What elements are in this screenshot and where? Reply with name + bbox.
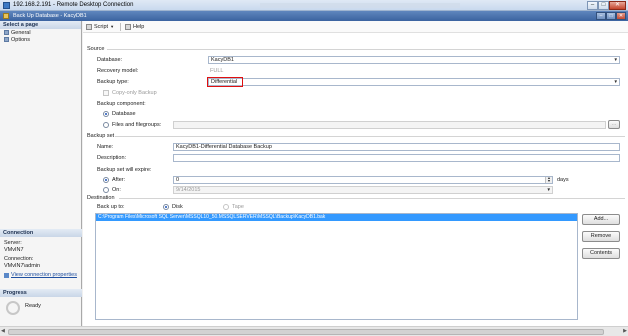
contents-button[interactable]: Contents — [582, 248, 620, 259]
select-page-header: Select a page — [0, 21, 81, 29]
backup-type-select[interactable]: Differential ▼ — [208, 78, 620, 86]
main-panel: Script ▼ Help Source Database: KacyDB1 ▼… — [83, 21, 628, 326]
destination-divider — [119, 198, 625, 199]
backup-set-section-label: Backup set — [87, 133, 115, 139]
page-item-label: Options — [11, 36, 30, 43]
database-label: Database: — [97, 57, 123, 63]
connection-section: Connection Server: VMvIN7 Connection: VM… — [0, 229, 82, 278]
help-button[interactable]: Help — [125, 23, 145, 30]
dialog-title: Back Up Database - KacyDB1 — [13, 13, 87, 19]
dialog-window-buttons: – □ ✕ — [596, 12, 626, 20]
rdp-title-bar: 192.168.2.191 - Remote Desktop Connectio… — [0, 0, 628, 11]
page-item-options[interactable]: Options — [0, 36, 81, 43]
rdp-title-ghost-bar — [260, 3, 460, 8]
toolbar-separator — [120, 22, 122, 31]
backup-to-label: Back up to: — [97, 204, 125, 210]
days-label: days — [557, 177, 569, 183]
rdp-window-title: 192.168.2.191 - Remote Desktop Connectio… — [13, 2, 134, 8]
database-icon — [3, 13, 9, 19]
after-label: After: — [112, 177, 126, 183]
description-input[interactable] — [173, 154, 620, 162]
source-section-label: Source — [87, 46, 105, 52]
rdp-minimize-button[interactable]: – — [587, 1, 598, 10]
page-icon — [4, 30, 9, 35]
help-label: Help — [133, 23, 145, 30]
media-tape-radio[interactable] — [223, 204, 229, 210]
database-value: KacyDB1 — [211, 57, 234, 63]
connection-header: Connection — [0, 229, 82, 237]
chevron-down-icon: ▼ — [613, 79, 618, 84]
copy-only-checkbox[interactable] — [103, 90, 109, 96]
destination-list[interactable]: C:\Program Files\Microsoft SQL Server\MS… — [95, 213, 578, 320]
chevron-down-icon: ▼ — [546, 187, 551, 192]
add-button[interactable]: Add... — [582, 214, 620, 225]
expire-after-radio[interactable] — [103, 177, 109, 183]
annotation-highlight-box — [207, 77, 243, 87]
view-connection-properties-link[interactable]: View connection properties — [0, 272, 82, 278]
after-days-input[interactable]: 0 ▲ ▼ — [173, 176, 553, 184]
dialog-maximize-button[interactable]: □ — [606, 12, 616, 20]
component-database-radio[interactable] — [103, 111, 109, 117]
backup-set-divider — [115, 136, 625, 137]
dialog-close-button[interactable]: ✕ — [616, 12, 626, 20]
copy-only-label: Copy-only Backup — [112, 90, 157, 96]
files-filegroups-field — [173, 121, 606, 129]
help-icon — [125, 23, 132, 30]
after-days-value: 0 — [176, 177, 180, 183]
page-icon — [4, 37, 9, 42]
media-disk-label: Disk — [172, 204, 183, 210]
chevron-down-icon[interactable]: ▼ — [110, 24, 114, 29]
component-files-radio[interactable] — [103, 122, 109, 128]
description-label: Description: — [97, 155, 127, 161]
expire-label: Backup set will expire: — [97, 167, 152, 173]
media-tape-label: Tape — [232, 204, 244, 210]
connection-value: VMvIN7\admin — [4, 262, 41, 269]
recovery-model-value: FULL — [210, 68, 224, 74]
remote-desktop-icon — [3, 2, 10, 9]
left-panel: Select a page General Options Connection… — [0, 21, 82, 326]
scroll-right-icon[interactable]: ▶ — [623, 328, 627, 334]
component-files-label: Files and filegroups: — [112, 122, 162, 128]
progress-section: Progress Ready — [0, 289, 82, 315]
backup-type-label: Backup type: — [97, 79, 129, 85]
database-select[interactable]: KacyDB1 ▼ — [208, 56, 620, 64]
rdp-maximize-button[interactable]: □ — [598, 1, 609, 10]
name-label: Name: — [97, 144, 114, 150]
rdp-close-button[interactable]: ✕ — [609, 1, 626, 10]
horizontal-scrollbar[interactable]: ◀ ▶ — [0, 326, 628, 336]
destination-path-row[interactable]: C:\Program Files\Microsoft SQL Server\MS… — [96, 214, 577, 221]
progress-spinner-icon — [6, 301, 20, 315]
rdp-window-buttons: – □ ✕ — [587, 1, 626, 10]
properties-icon — [4, 272, 9, 278]
toolbar: Script ▼ Help — [83, 21, 628, 33]
expire-date-picker[interactable]: 9/14/2015 ▼ — [173, 186, 553, 194]
remove-button[interactable]: Remove — [582, 231, 620, 242]
script-label: Script — [94, 23, 109, 30]
page-item-general[interactable]: General — [0, 29, 81, 36]
backup-component-label: Backup component: — [97, 101, 146, 107]
progress-header: Progress — [0, 289, 82, 297]
script-button[interactable]: Script ▼ — [86, 23, 114, 30]
component-database-label: Database — [112, 111, 136, 117]
expire-date-value: 9/14/2015 — [176, 187, 201, 193]
source-divider — [107, 49, 625, 50]
view-connection-properties-label: View connection properties — [11, 272, 77, 278]
expire-on-radio[interactable] — [103, 187, 109, 193]
spinner-arrows-icon[interactable]: ▲ ▼ — [545, 177, 552, 183]
dialog-minimize-button[interactable]: – — [596, 12, 606, 20]
recovery-model-label: Recovery model: — [97, 68, 139, 74]
progress-status: Ready — [25, 303, 41, 309]
media-disk-radio[interactable] — [163, 204, 169, 210]
script-icon — [86, 23, 92, 30]
scroll-left-icon[interactable]: ◀ — [1, 328, 5, 334]
scrollbar-thumb[interactable] — [8, 329, 604, 335]
name-input[interactable]: KacyDB1-Differential Database Backup — [173, 143, 620, 151]
on-label: On: — [112, 187, 121, 193]
dialog-title-bar: Back Up Database - KacyDB1 – □ ✕ — [0, 11, 628, 21]
destination-section-label: Destination — [87, 195, 115, 201]
chevron-down-icon: ▼ — [613, 57, 618, 62]
files-browse-button[interactable]: ... — [608, 120, 620, 129]
page-item-label: General — [11, 29, 31, 36]
